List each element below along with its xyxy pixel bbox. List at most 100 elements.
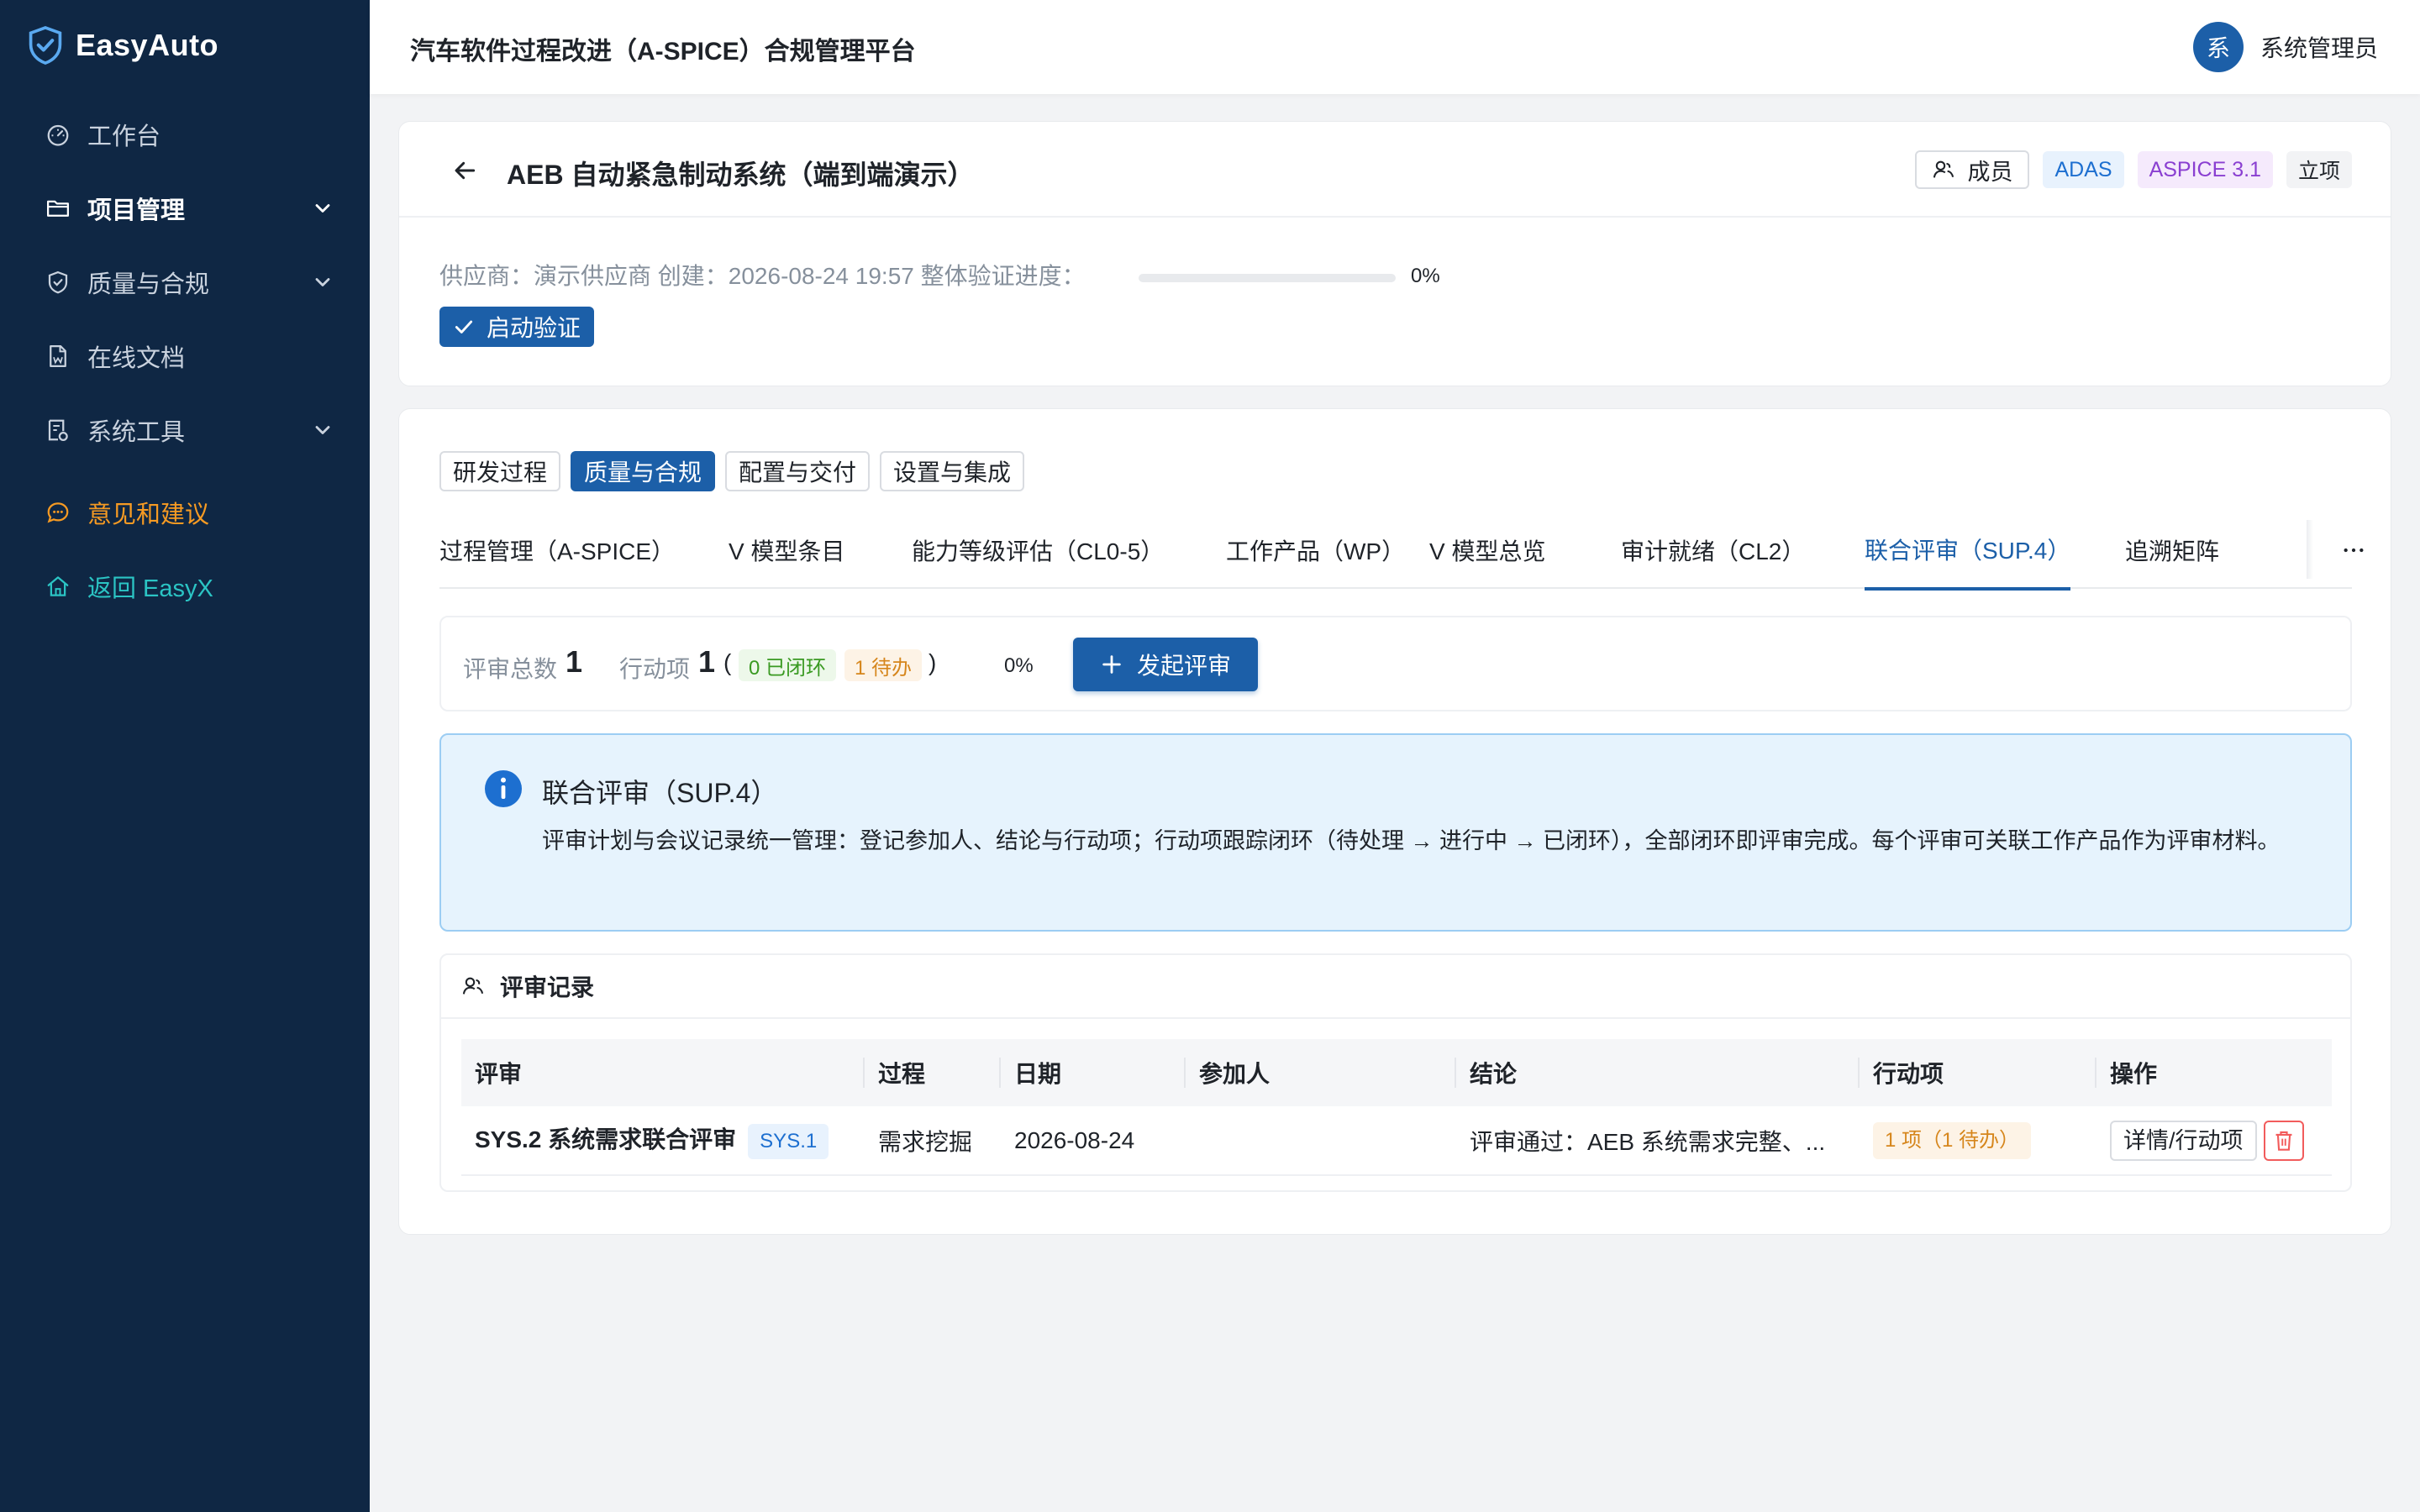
back-arrow-icon[interactable]	[451, 157, 478, 184]
project-header-card: AEB 自动紧急制动系统（端到端演示） 成员 ADAS ASPICE 3.1 立…	[398, 121, 2391, 386]
tab-work-products[interactable]: 工作产品（WP）	[1226, 512, 1405, 589]
column-header-date[interactable]: 日期	[1001, 1039, 1186, 1106]
sidebar: EasyAuto 工作台 项目管理 质量与合规 在线文档 系统工具 意见和建议 …	[0, 0, 370, 1512]
users-icon	[462, 977, 484, 995]
closed-count-badge: 0 已闭环	[739, 649, 837, 681]
review-total-value: 1	[566, 644, 583, 679]
app-logo[interactable]: EasyAuto	[27, 24, 218, 67]
tab-process-management[interactable]: 过程管理（A-SPICE）	[439, 512, 675, 589]
cell-operations: 详情/行动项	[2096, 1106, 2332, 1176]
review-total-label: 评审总数	[463, 656, 558, 682]
chevron-down-icon[interactable]	[311, 270, 334, 294]
sidebar-item-system-tools[interactable]: 系统工具	[0, 400, 370, 460]
main-content-card: 研发过程 质量与合规 配置与交付 设置与集成 过程管理（A-SPICE） V 模…	[398, 408, 2391, 1235]
dashboard-icon	[44, 120, 72, 149]
sidebar-item-label: 在线文档	[87, 345, 186, 372]
avatar[interactable]: 系	[2192, 22, 2244, 72]
platform-title: 汽车软件过程改进（A-SPICE）合规管理平台	[410, 38, 916, 66]
tabs-scroll-shadow	[2307, 520, 2313, 579]
plus-icon	[1102, 655, 1121, 674]
tag-domain: ADAS	[2043, 151, 2124, 188]
table-row[interactable]: SYS.2 系统需求联合评审 SYS.1 需求挖掘 2026-08-24 评审通过…	[461, 1106, 2332, 1176]
sidebar-item-label: 返回 EasyX	[87, 575, 213, 602]
tab-traceability-matrix[interactable]: 追溯矩阵	[2125, 512, 2219, 589]
paren-open: (	[723, 649, 732, 675]
sidebar-item-label: 项目管理	[87, 197, 186, 224]
process-ref-tag: SYS.1	[748, 1123, 829, 1159]
chevron-down-icon[interactable]	[311, 197, 334, 220]
pending-count-badge: 1 待办	[844, 649, 923, 681]
sub-tabs: 过程管理（A-SPICE） V 模型条目 能力等级评估（CL0-5） 工作产品（…	[439, 512, 2364, 591]
sidebar-item-project-management[interactable]: 项目管理	[0, 178, 370, 239]
review-records-panel: 评审记录 评审 过程 日期 参加人 结论 行动项 操作 SYS.2 系统需求联合…	[439, 953, 2352, 1192]
chevron-down-icon[interactable]	[311, 418, 334, 442]
action-items-value: 1	[698, 644, 716, 679]
cell-conclusion: 评审通过：AEB 系统需求完整、...	[1456, 1106, 1860, 1176]
tag-phase: 立项	[2286, 151, 2352, 188]
users-icon	[1933, 160, 1954, 178]
sidebar-item-label: 意见和建议	[87, 501, 210, 528]
review-records-header: 评审记录	[441, 955, 2350, 1019]
document-icon	[44, 342, 72, 370]
sidebar-item-return-easyx[interactable]: 返回 EasyX	[0, 556, 370, 617]
cell-process: 需求挖掘	[865, 1106, 1001, 1176]
column-header-process[interactable]: 过程	[865, 1039, 1001, 1106]
project-tags: 成员 ADAS ASPICE 3.1 立项	[1915, 150, 2352, 189]
shield-check-icon	[44, 268, 72, 297]
segment-tabs: 研发过程 质量与合规 配置与交付 设置与集成	[439, 451, 1025, 491]
info-title: 联合评审（SUP.4）	[542, 778, 778, 808]
closure-percent: 0%	[1004, 654, 1034, 677]
sidebar-item-workbench[interactable]: 工作台	[0, 104, 370, 165]
cell-review-title[interactable]: SYS.2 系统需求联合评审 SYS.1	[461, 1106, 865, 1176]
app-name: EasyAuto	[76, 28, 219, 62]
info-alert: 联合评审（SUP.4） 评审计划与会议记录统一管理：登记参加人、结论与行动项；行…	[439, 733, 2352, 932]
more-icon[interactable]	[2340, 537, 2367, 564]
user-name[interactable]: 系统管理员	[2260, 30, 2378, 64]
segment-tab-config-delivery[interactable]: 配置与交付	[725, 451, 871, 491]
column-header-participants[interactable]: 参加人	[1186, 1039, 1456, 1106]
column-header-review[interactable]: 评审	[461, 1039, 865, 1106]
column-header-operations[interactable]: 操作	[2096, 1039, 2332, 1106]
tab-v-model-items[interactable]: V 模型条目	[729, 512, 844, 589]
segment-tab-quality-compliance[interactable]: 质量与合规	[571, 451, 716, 491]
start-review-label: 发起评审	[1137, 653, 1232, 679]
column-header-conclusion[interactable]: 结论	[1456, 1039, 1860, 1106]
tab-capability-assessment[interactable]: 能力等级评估（CL0-5）	[912, 512, 1164, 589]
sidebar-item-quality-compliance[interactable]: 质量与合规	[0, 252, 370, 312]
tab-audit-readiness[interactable]: 审计就绪（CL2）	[1621, 512, 1805, 589]
check-icon	[455, 320, 473, 333]
shield-logo-icon	[29, 25, 62, 66]
details-actions-button[interactable]: 详情/行动项	[2110, 1120, 2257, 1161]
sidebar-item-label: 系统工具	[87, 419, 186, 446]
sidebar-item-label: 质量与合规	[87, 271, 210, 298]
project-title: AEB 自动紧急制动系统（端到端演示）	[507, 160, 975, 190]
review-records-title: 评审记录	[500, 974, 595, 1000]
delete-button[interactable]	[2263, 1120, 2304, 1161]
cell-action-items: 1 项（1 待办）	[1860, 1106, 2096, 1176]
start-verification-button[interactable]: 启动验证	[439, 307, 595, 347]
segment-tab-dev-process[interactable]: 研发过程	[439, 451, 561, 491]
review-records-table: 评审 过程 日期 参加人 结论 行动项 操作 SYS.2 系统需求联合评审 SYS…	[461, 1039, 2332, 1176]
sidebar-item-online-docs[interactable]: 在线文档	[0, 326, 370, 386]
folder-icon	[44, 194, 72, 223]
tab-joint-review[interactable]: 联合评审（SUP.4）	[1865, 512, 2071, 591]
user-menu[interactable]: 系 系统管理员	[2192, 22, 2378, 72]
tools-icon	[44, 416, 72, 444]
segment-tab-settings-integration[interactable]: 设置与集成	[880, 451, 1025, 491]
sidebar-item-label: 工作台	[87, 123, 161, 150]
start-verification-label: 启动验证	[487, 315, 581, 341]
chat-icon	[44, 498, 72, 527]
home-icon	[44, 572, 72, 601]
project-title-bar: AEB 自动紧急制动系统（端到端演示） 成员 ADAS ASPICE 3.1 立…	[399, 122, 2391, 218]
project-meta: 供应商：演示供应商 创建：2026-08-24 19:57 整体验证进度：	[439, 263, 1086, 289]
paren-close: )	[929, 649, 937, 675]
table-header-row: 评审 过程 日期 参加人 结论 行动项 操作	[461, 1039, 2332, 1106]
tab-v-model-overview[interactable]: V 模型总览	[1429, 512, 1545, 589]
top-header: 汽车软件过程改进（A-SPICE）合规管理平台 系 系统管理员	[370, 0, 2420, 94]
start-review-button[interactable]: 发起评审	[1073, 638, 1259, 691]
column-header-action-items[interactable]: 行动项	[1860, 1039, 2096, 1106]
sidebar-item-feedback[interactable]: 意见和建议	[0, 482, 370, 543]
info-icon	[485, 770, 522, 807]
info-description: 评审计划与会议记录统一管理：登记参加人、结论与行动项；行动项跟踪闭环（待处理 →…	[542, 828, 2281, 853]
members-button[interactable]: 成员	[1915, 150, 2030, 189]
